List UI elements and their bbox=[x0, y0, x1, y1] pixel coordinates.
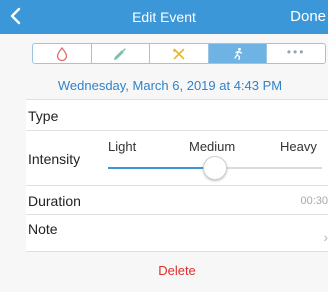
type-row[interactable]: Type bbox=[26, 100, 328, 130]
exercise-icon bbox=[233, 47, 242, 60]
food-icon bbox=[172, 48, 185, 59]
note-row[interactable]: Note › bbox=[26, 215, 328, 251]
chevron-right-icon: › bbox=[323, 229, 328, 245]
page-title: Edit Event bbox=[132, 9, 196, 25]
tab-more[interactable]: ••• bbox=[267, 44, 325, 63]
intensity-slider[interactable] bbox=[108, 156, 322, 180]
note-label: Note bbox=[28, 221, 58, 237]
delete-row: Delete bbox=[26, 252, 328, 292]
more-icon: ••• bbox=[286, 44, 306, 59]
duration-value: 00:30 bbox=[300, 195, 328, 207]
duration-row[interactable]: Duration 00:30 bbox=[26, 186, 328, 214]
intensity-slider-thumb[interactable] bbox=[203, 156, 227, 180]
syringe-icon bbox=[114, 47, 127, 60]
nav-bar: Edit Event Done bbox=[0, 0, 328, 34]
intensity-slider-fill bbox=[108, 167, 215, 169]
intensity-row: Intensity Light Medium Heavy bbox=[26, 131, 328, 185]
done-button[interactable]: Done bbox=[290, 8, 326, 25]
tab-blood-glucose[interactable] bbox=[33, 44, 92, 63]
tab-insulin[interactable] bbox=[92, 44, 151, 63]
drop-icon bbox=[56, 46, 67, 61]
event-type-selector: ••• bbox=[32, 43, 326, 64]
intensity-level-medium: Medium bbox=[189, 139, 236, 154]
type-label: Type bbox=[28, 108, 59, 124]
event-date[interactable]: Wednesday, March 6, 2019 at 4:43 PM bbox=[0, 78, 328, 93]
intensity-level-heavy: Heavy bbox=[280, 139, 317, 154]
tab-exercise[interactable] bbox=[208, 44, 268, 63]
edit-event-screen: Edit Event Done ••• Wednesday, March 6, … bbox=[0, 0, 328, 292]
duration-label: Duration bbox=[28, 193, 81, 209]
delete-button[interactable]: Delete bbox=[26, 263, 328, 278]
intensity-level-light: Light bbox=[108, 139, 137, 154]
intensity-label: Intensity bbox=[28, 151, 81, 167]
tab-food[interactable] bbox=[150, 44, 209, 63]
